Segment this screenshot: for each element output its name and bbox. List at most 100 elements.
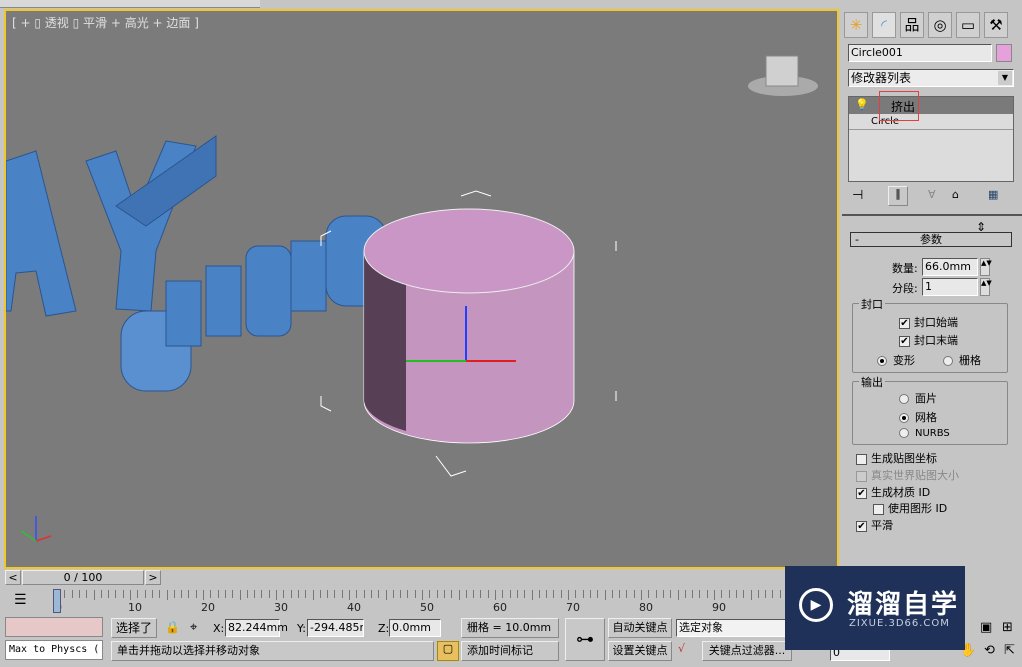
lock-icon[interactable]: 🔒: [165, 620, 180, 634]
nurbs-label: NURBS: [915, 428, 950, 439]
time-prev-button[interactable]: <: [5, 570, 21, 585]
checkbox-checked[interactable]: ✔: [856, 487, 867, 499]
radio-off[interactable]: [899, 428, 909, 438]
text-objects: [6, 135, 387, 392]
timeline-tick: [137, 590, 139, 598]
timeline-tick: [458, 590, 460, 600]
chevron-down-icon[interactable]: ▼: [998, 71, 1012, 85]
radio-on[interactable]: [877, 356, 887, 366]
timeline-tick: [604, 590, 606, 600]
patch-radio[interactable]: 面片: [899, 390, 937, 406]
modifier-stack[interactable]: 💡 挤出 Circle: [848, 91, 1014, 182]
modifier-list-dropdown[interactable]: 修改器列表 ▼: [848, 69, 1014, 87]
morph-radio[interactable]: 变形: [877, 352, 915, 368]
radio-off[interactable]: [943, 356, 953, 366]
toggle-track-bar-icon[interactable]: ☰: [14, 592, 27, 608]
grid-radio[interactable]: 栅格: [943, 352, 981, 368]
set-key-icon[interactable]: ⊶: [565, 618, 605, 661]
time-next-button[interactable]: >: [145, 570, 161, 585]
timeline-tick: [538, 590, 540, 598]
orbit-icon[interactable]: ⟲: [984, 643, 995, 658]
maximize-viewport-icon[interactable]: ⇱: [1004, 643, 1015, 658]
letter-u1: [165, 280, 202, 347]
stack-item-circle[interactable]: Circle: [849, 114, 1013, 130]
cap-end-checkbox[interactable]: ✔ 封口末端: [899, 332, 958, 348]
display-icon[interactable]: ▭: [956, 12, 980, 38]
timeline-tick-label: 80: [639, 601, 653, 614]
timeline-tick: [78, 590, 80, 598]
timeline-tick-label: 50: [420, 601, 434, 614]
timeline-tick: [619, 590, 621, 598]
amount-spinner[interactable]: ▲▼: [980, 258, 992, 276]
absolute-mode-icon[interactable]: ⌖: [190, 620, 197, 635]
timeline-tick-label: 90: [712, 601, 726, 614]
zoom-all-icon[interactable]: ⊞: [1002, 620, 1013, 635]
cap-start-checkbox[interactable]: ✔ 封口始端: [899, 314, 958, 330]
add-time-tag-button[interactable]: 添加时间标记: [461, 641, 559, 661]
checkbox-checked[interactable]: ✔: [856, 520, 867, 532]
object-name-field[interactable]: Circle001: [848, 44, 992, 62]
object-color-swatch[interactable]: [996, 44, 1012, 62]
selection-set-dropdown[interactable]: 选定对象: [676, 619, 786, 637]
stack-item-extrude[interactable]: 💡 挤出: [849, 91, 1013, 121]
viewport-tab[interactable]: [0, 0, 260, 8]
checkbox-unchecked[interactable]: [856, 453, 867, 465]
timeline-tick: [64, 590, 66, 598]
isolate-icon[interactable]: ▢: [437, 641, 459, 661]
hierarchy-icon[interactable]: 品: [900, 12, 924, 38]
y-coordinate-field[interactable]: -294.485m: [307, 619, 364, 637]
remove-modifier-icon[interactable]: ⌂: [952, 188, 959, 201]
checkbox-checked[interactable]: ✔: [899, 317, 910, 329]
cap-start-label: 封口始端: [914, 316, 958, 329]
perspective-viewport[interactable]: [ + ▯ 透视 ▯ 平滑 + 高光 + 边面 ]: [4, 9, 839, 569]
checkbox-checked[interactable]: ✔: [899, 335, 910, 347]
timeline-tick: [699, 590, 701, 598]
segments-spinner[interactable]: ▲▼: [980, 278, 992, 296]
checkbox-unchecked[interactable]: [873, 503, 884, 515]
use-shape-id-checkbox[interactable]: 使用图形 ID: [873, 500, 947, 516]
timeline-tick-label: 40: [347, 601, 361, 614]
motion-icon[interactable]: ◎: [928, 12, 952, 38]
rollout-parameters[interactable]: - 参数: [850, 232, 1012, 247]
timeline-tick: [641, 590, 642, 600]
lightbulb-icon[interactable]: 💡: [855, 98, 869, 111]
gen-mat-id-checkbox[interactable]: ✔ 生成材质 ID: [856, 484, 930, 500]
timeline-tick: [159, 590, 161, 598]
zoom-extents-icon[interactable]: ▣: [980, 620, 992, 635]
timeline-tick: [239, 590, 241, 600]
timeline-tick: [757, 590, 759, 598]
timeline-tick: [414, 590, 416, 598]
create-icon[interactable]: ✳: [844, 12, 868, 38]
script-output[interactable]: Max to Physcs (: [5, 640, 103, 660]
radio-on[interactable]: [899, 413, 909, 423]
configure-sets-icon[interactable]: ▦: [988, 188, 998, 201]
nurbs-radio[interactable]: NURBS: [899, 428, 950, 439]
pin-stack-icon[interactable]: ⊣: [852, 188, 863, 203]
auto-key-button[interactable]: 自动关键点: [608, 618, 672, 638]
make-unique-icon[interactable]: ∀: [928, 188, 936, 201]
x-coordinate-field[interactable]: 82.244mm: [225, 619, 288, 637]
mesh-radio[interactable]: 网格: [899, 409, 937, 425]
timeline-tick: [283, 590, 285, 598]
key-filters-button[interactable]: 关键点过滤器...: [702, 641, 792, 661]
smooth-checkbox[interactable]: ✔ 平滑: [856, 517, 893, 533]
set-key-button[interactable]: 设置关键点: [608, 641, 672, 661]
modify-icon[interactable]: ◜: [872, 12, 896, 38]
curve-editor-icon[interactable]: √: [678, 642, 685, 655]
radio-off[interactable]: [899, 394, 909, 404]
timeline-tick: [509, 590, 511, 598]
frame-marker[interactable]: [53, 589, 61, 613]
show-end-result-icon[interactable]: ‖: [888, 186, 908, 206]
amount-field[interactable]: 66.0mm: [922, 258, 978, 276]
timeline-tick: [611, 590, 613, 598]
output-group: 输出 面片 网格 NURBS: [852, 374, 1008, 445]
track-bar[interactable]: 0102030405060708090100: [50, 590, 840, 614]
script-mini-listener[interactable]: [5, 617, 103, 637]
segments-field[interactable]: 1: [922, 278, 978, 296]
utilities-icon[interactable]: ⚒: [984, 12, 1008, 38]
watermark-url: ZIXUE.3D66.COM: [849, 618, 950, 629]
z-coordinate-field[interactable]: 0.0mm: [389, 619, 441, 637]
gen-mapping-checkbox[interactable]: 生成贴图坐标: [856, 450, 937, 466]
time-slider[interactable]: 0 / 100: [22, 570, 144, 585]
letter-s: [290, 240, 327, 312]
